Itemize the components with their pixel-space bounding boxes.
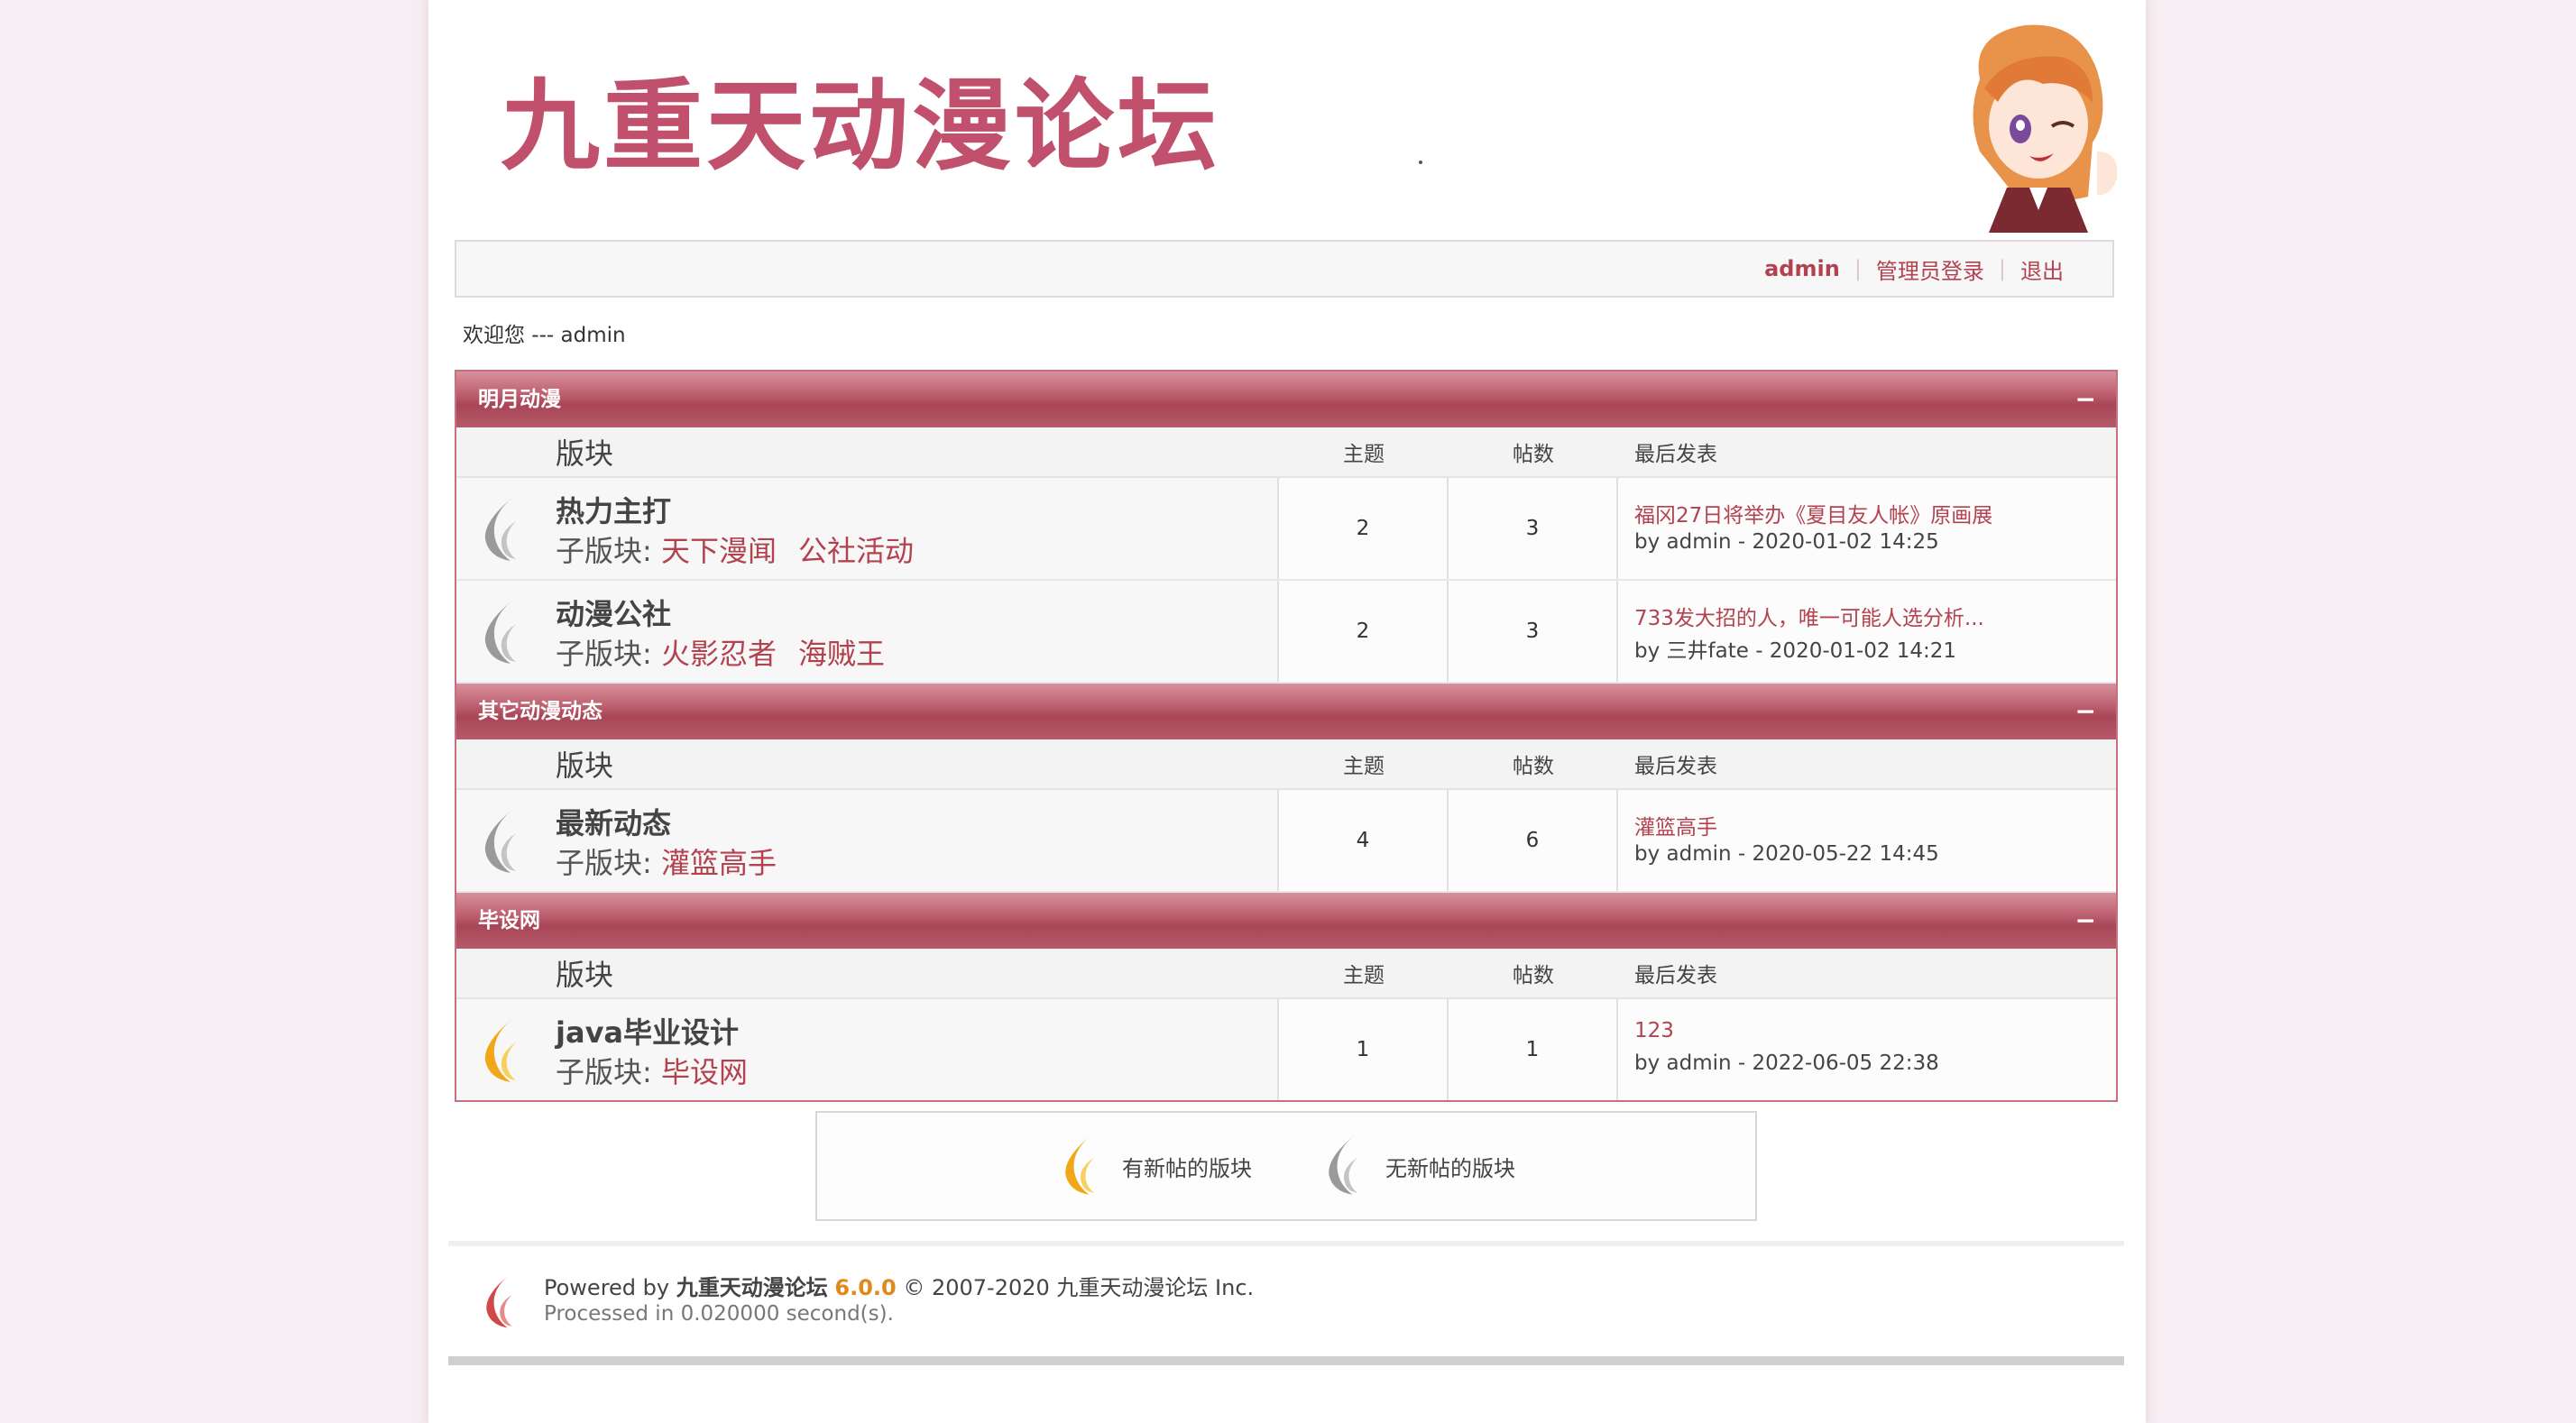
copyright: © 2007-2020 九重天动漫论坛 Inc. <box>896 1275 1255 1300</box>
post-count: 3 <box>1449 478 1618 579</box>
user-toolbar: admin | 管理员登录 | 退出 <box>455 240 2114 298</box>
subforum-link[interactable]: 海贼王 <box>798 637 885 671</box>
powered-by: Powered by 九重天动漫论坛 6.0.0 © 2007-2020 九重天… <box>544 1270 1254 1301</box>
column-forum: 版块 <box>556 436 614 471</box>
column-forum: 版块 <box>556 958 614 992</box>
post-count: 6 <box>1449 790 1618 891</box>
forum-title[interactable]: 最新动态 <box>556 801 671 842</box>
forum-title[interactable]: 动漫公社 <box>556 592 671 633</box>
category-header: 毕设网 − <box>456 893 2116 949</box>
separator: | <box>1854 256 1862 281</box>
icon-legend: 有新帖的版块 无新帖的版块 <box>815 1111 1757 1221</box>
subforum-link[interactable]: 毕设网 <box>661 1055 748 1089</box>
footer-divider <box>448 1241 2124 1246</box>
subforum-link[interactable]: 天下漫闻 <box>661 534 777 568</box>
forum-list: 明月动漫 − 版块 主题 帖数 最后发表 热力主打 子版块: 天下漫闻 公社活动 … <box>455 370 2118 1102</box>
topic-count: 2 <box>1279 478 1449 579</box>
no-new-posts-flame-icon <box>484 498 516 561</box>
powered-prefix: Powered by <box>544 1275 676 1300</box>
column-posts: 帖数 <box>1513 964 1554 987</box>
no-new-posts-flame-icon <box>1329 1135 1358 1195</box>
site-logo[interactable]: 九重天动漫论坛 <box>501 63 1220 189</box>
processed-time: Processed in 0.020000 second(s). <box>544 1302 894 1326</box>
subforum-link[interactable]: 公社活动 <box>798 534 914 568</box>
no-new-posts-flame-icon <box>484 810 516 873</box>
mascot-image <box>1973 24 2118 233</box>
last-post-link[interactable]: 123 <box>1634 1019 2116 1051</box>
last-post: 123 by admin - 2022-06-05 22:38 <box>1618 999 2116 1100</box>
footer-logo-icon <box>486 1275 512 1328</box>
topic-count: 1 <box>1279 999 1449 1100</box>
new-posts-flame-icon <box>484 1019 516 1082</box>
column-last-post: 最后发表 <box>1634 755 1717 778</box>
legend-no-new-label: 无新帖的版块 <box>1385 1155 1515 1181</box>
welcome-message: 欢迎您 --- admin <box>463 324 626 347</box>
last-post-meta: by 三井fate - 2020-01-02 14:21 <box>1634 639 1957 663</box>
forum-row: 最新动态 子版块: 灌篮高手 4 6 灌篮高手 by admin - 2020-… <box>456 790 2116 893</box>
last-post-meta: by admin - 2020-01-02 14:25 <box>1634 530 1939 554</box>
last-post-meta: by admin - 2022-06-05 22:38 <box>1634 1051 1939 1075</box>
category-header: 其它动漫动态 − <box>456 684 2116 739</box>
subforum-link[interactable]: 火影忍者 <box>661 637 777 671</box>
column-forum: 版块 <box>556 748 614 783</box>
category-header: 明月动漫 − <box>456 372 2116 427</box>
forum-row: java毕业设计 子版块: 毕设网 1 1 123 by admin - 202… <box>456 999 2116 1100</box>
subforums: 子版块: 天下漫闻 公社活动 <box>556 528 935 570</box>
subforum-label: 子版块: <box>556 637 661 671</box>
post-count: 3 <box>1449 581 1618 682</box>
footer-bar <box>448 1356 2124 1365</box>
subforum-link[interactable]: 灌篮高手 <box>661 846 777 880</box>
subforums: 子版块: 火影忍者 海贼王 <box>556 631 906 673</box>
subforums: 子版块: 毕设网 <box>556 1050 769 1091</box>
column-topics: 主题 <box>1343 964 1385 987</box>
column-posts: 帖数 <box>1513 755 1554 778</box>
column-last-post: 最后发表 <box>1634 443 1717 466</box>
legend-new-label: 有新帖的版块 <box>1122 1155 1252 1181</box>
forum-title[interactable]: 热力主打 <box>556 489 671 530</box>
last-post-meta: by admin - 2020-05-22 14:45 <box>1634 842 1939 866</box>
column-posts: 帖数 <box>1513 443 1554 466</box>
category-title: 其它动漫动态 <box>478 700 603 723</box>
table-header: 版块 主题 帖数 最后发表 <box>456 739 2116 790</box>
username-link[interactable]: admin <box>1750 256 1854 281</box>
collapse-icon[interactable]: − <box>2075 372 2096 427</box>
subforum-label: 子版块: <box>556 534 661 568</box>
forum-row: 动漫公社 子版块: 火影忍者 海贼王 2 3 733发大招的人，唯一可能人选分析.… <box>456 581 2116 684</box>
collapse-icon[interactable]: − <box>2075 684 2096 739</box>
column-last-post: 最后发表 <box>1634 964 1717 987</box>
last-post-link[interactable]: 福冈27日将举办《夏目友人帐》原画展 <box>1634 498 2116 530</box>
forum-title[interactable]: java毕业设计 <box>556 1010 739 1051</box>
new-posts-flame-icon <box>1065 1135 1095 1195</box>
subforum-label: 子版块: <box>556 846 661 880</box>
last-post: 733发大招的人，唯一可能人选分析... by 三井fate - 2020-01… <box>1618 581 2116 682</box>
collapse-icon[interactable]: − <box>2075 893 2096 949</box>
forum-row: 热力主打 子版块: 天下漫闻 公社活动 2 3 福冈27日将举办《夏目友人帐》原画… <box>456 478 2116 581</box>
table-header: 版块 主题 帖数 最后发表 <box>456 949 2116 999</box>
topic-count: 2 <box>1279 581 1449 682</box>
version: 6.0.0 <box>834 1275 897 1300</box>
page-container: 九重天动漫论坛 admin | 管理员登录 | 退出 欢迎您 --- admin… <box>428 0 2146 1423</box>
no-new-posts-flame-icon <box>484 601 516 664</box>
category-title: 毕设网 <box>478 909 540 932</box>
last-post: 灌篮高手 by admin - 2020-05-22 14:45 <box>1618 790 2116 891</box>
legend-no-new: 无新帖的版块 <box>1320 1128 1515 1204</box>
last-post: 福冈27日将举办《夏目友人帐》原画展 by admin - 2020-01-02… <box>1618 478 2116 579</box>
logout-link[interactable]: 退出 <box>2006 253 2078 285</box>
post-count: 1 <box>1449 999 1618 1100</box>
footer: Powered by 九重天动漫论坛 6.0.0 © 2007-2020 九重天… <box>448 1253 2124 1360</box>
separator: | <box>1998 256 2006 281</box>
subforums: 子版块: 灌篮高手 <box>556 840 798 882</box>
last-post-link[interactable]: 灌篮高手 <box>1634 810 2116 842</box>
admin-login-link[interactable]: 管理员登录 <box>1862 253 1999 285</box>
column-topics: 主题 <box>1343 443 1385 466</box>
footer-site-name[interactable]: 九重天动漫论坛 <box>676 1275 828 1300</box>
decorative-dot <box>1419 161 1422 164</box>
legend-new: 有新帖的版块 <box>1057 1128 1252 1204</box>
category-title: 明月动漫 <box>478 388 561 411</box>
table-header: 版块 主题 帖数 最后发表 <box>456 427 2116 478</box>
topic-count: 4 <box>1279 790 1449 891</box>
subforum-label: 子版块: <box>556 1055 661 1089</box>
last-post-link[interactable]: 733发大招的人，唯一可能人选分析... <box>1634 601 2116 633</box>
column-topics: 主题 <box>1343 755 1385 778</box>
